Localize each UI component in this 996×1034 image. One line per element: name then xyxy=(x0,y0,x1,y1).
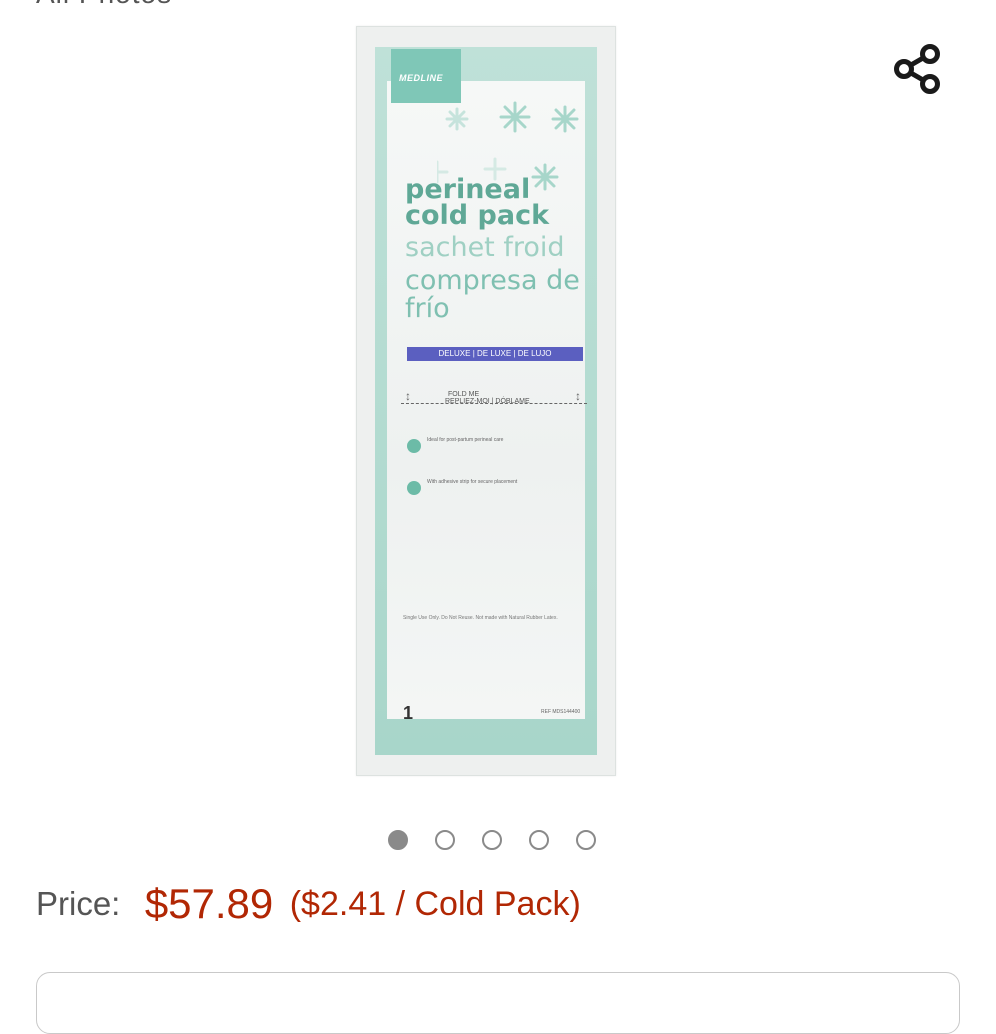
unit-price: ($2.41 / Cold Pack) xyxy=(289,884,581,923)
carousel-indicators xyxy=(388,830,596,854)
fold-line-1: FOLD ME xyxy=(448,391,480,398)
fold-arrow-right-icon: ↕ xyxy=(575,389,581,403)
price-value: $57.89 xyxy=(144,880,274,927)
pack-bottom-row: 1 REF MDS144400 xyxy=(403,703,593,723)
carousel-dot-3[interactable] xyxy=(482,830,502,850)
carousel-dot-5[interactable] xyxy=(576,830,596,850)
photos-header-text: All Photos xyxy=(36,0,172,10)
feature-2-text: With adhesive strip for secure placement xyxy=(427,479,518,485)
price-row: Price: $57.89 ($2.41 / Cold Pack) xyxy=(36,880,581,940)
carousel-dot-1[interactable] xyxy=(388,830,408,850)
fold-arrow-left-icon: ↕ xyxy=(405,389,411,403)
share-button[interactable] xyxy=(884,36,950,102)
small-print: Single Use Only. Do Not Reuse. Not made … xyxy=(403,615,558,621)
medline-logo: MEDLINE xyxy=(391,49,461,103)
share-icon xyxy=(894,44,940,94)
feature-1-icon xyxy=(407,439,421,453)
feature-2: With adhesive strip for secure placement xyxy=(407,479,587,509)
pack-count: 1 xyxy=(403,703,414,723)
options-card[interactable] xyxy=(36,972,960,1034)
product-title-block: perineal cold pack sachet froid compresa… xyxy=(405,174,595,324)
title-spanish: compresa de frío xyxy=(405,265,580,324)
product-image[interactable]: MEDLINE perineal cold pack sachet froid … xyxy=(356,26,616,776)
pack-ref: REF MDS144400 xyxy=(541,709,581,715)
price-label: Price: xyxy=(36,885,121,922)
carousel-dot-2[interactable] xyxy=(435,830,455,850)
feature-2-icon xyxy=(407,481,421,495)
carousel-dot-4[interactable] xyxy=(529,830,549,850)
feature-1: Ideal for post-partum perineal care xyxy=(407,437,587,467)
title-english: perineal cold pack xyxy=(405,174,550,231)
feature-1-text: Ideal for post-partum perineal care xyxy=(427,437,504,443)
title-french: sachet froid xyxy=(405,232,565,263)
fold-dashed-line xyxy=(401,403,587,404)
deluxe-banner: DELUXE | DE LUXE | DE LUJO xyxy=(407,347,583,361)
logo-text: MEDLINE xyxy=(399,73,443,83)
